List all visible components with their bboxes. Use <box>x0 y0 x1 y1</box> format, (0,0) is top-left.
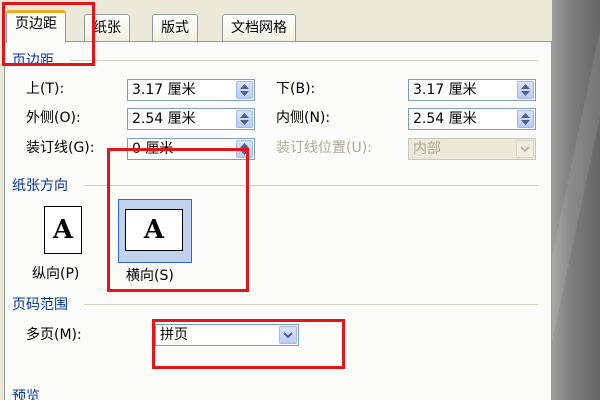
top-margin-spinner[interactable]: 3.17 厘米 <box>127 79 255 101</box>
background-window-edge <box>552 0 600 400</box>
bottom-margin-label: 下(B): <box>276 81 316 97</box>
orientation-section-title: 纸张方向 <box>12 178 68 194</box>
portrait-label: 纵向(P) <box>32 266 80 282</box>
section-divider <box>84 304 538 305</box>
highlight-box-landscape <box>107 148 249 292</box>
section-divider <box>70 60 538 61</box>
gutter-label: 装订线(G): <box>26 140 95 156</box>
bottom-margin-value: 3.17 厘米 <box>413 82 477 98</box>
tab-document-grid[interactable]: 文档网格 <box>222 14 296 41</box>
page-setup-dialog: 页边距 纸张 版式 文档网格 页边距 上(T): 3.17 厘米 下(B): 3… <box>0 0 552 400</box>
highlight-box-margins-tab <box>2 2 95 66</box>
outside-margin-spinner[interactable]: 2.54 厘米 <box>127 108 255 130</box>
multiple-pages-label: 多页(M): <box>26 327 82 343</box>
tab-layout-label: 版式 <box>161 20 189 36</box>
gutter-position-select[interactable]: 内部 <box>408 138 536 160</box>
preview-section-title: 预览 <box>12 389 40 400</box>
portrait-button[interactable]: A <box>34 201 96 263</box>
spinner-arrows-icon[interactable] <box>236 110 253 128</box>
tab-layout[interactable]: 版式 <box>152 14 198 41</box>
pages-section-title: 页码范围 <box>12 297 68 313</box>
outside-margin-label: 外侧(O): <box>26 110 81 126</box>
top-margin-label: 上(T): <box>26 81 65 97</box>
portrait-page-icon: A <box>44 206 82 254</box>
gutter-position-value: 内部 <box>413 141 441 157</box>
spinner-arrows-icon[interactable] <box>517 110 534 128</box>
gutter-position-label: 装订线位置(U): <box>276 140 372 156</box>
tab-paper-label: 纸张 <box>93 20 121 36</box>
outside-margin-value: 2.54 厘米 <box>132 111 196 127</box>
top-margin-value: 3.17 厘米 <box>132 82 196 98</box>
spinner-arrows-icon[interactable] <box>517 81 534 99</box>
bottom-margin-spinner[interactable]: 3.17 厘米 <box>408 79 536 101</box>
portrait-icon-letter: A <box>52 215 74 245</box>
highlight-box-multiple-pages <box>152 319 345 369</box>
chevron-down-icon <box>516 140 534 158</box>
spinner-arrows-icon[interactable] <box>236 81 253 99</box>
inside-margin-label: 内侧(N): <box>276 110 331 126</box>
inside-margin-value: 2.54 厘米 <box>413 111 477 127</box>
inside-margin-spinner[interactable]: 2.54 厘米 <box>408 108 536 130</box>
tab-document-grid-label: 文档网格 <box>231 20 287 36</box>
